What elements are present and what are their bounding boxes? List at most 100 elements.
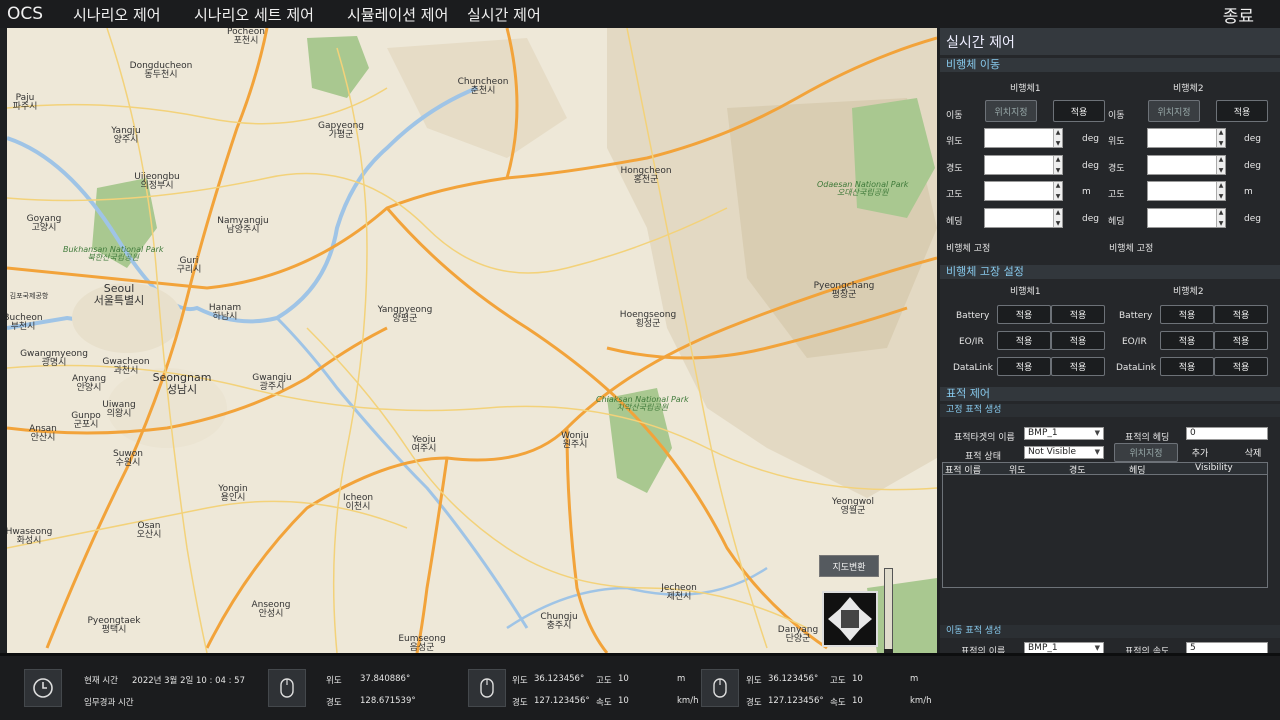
uav2-alt-value: 10 [852, 674, 863, 684]
map-label: Hanam 하남시 [208, 303, 242, 323]
vehicle1-lon-field[interactable]: ▲ ▼ [984, 155, 1063, 175]
datalink-fault-button[interactable]: 적용 [1214, 357, 1268, 376]
vehicle1-position-button[interactable]: 위치지정 [985, 100, 1037, 122]
vehicle2-position-button[interactable]: 위치지정 [1148, 100, 1200, 122]
moving-target-name-select[interactable]: BMP_1 ▼ [1024, 642, 1104, 653]
map-label: Jecheon 제천시 [661, 583, 697, 603]
target-table[interactable]: 표적 이름 위도 경도 헤딩 Visibility [942, 462, 1268, 588]
status-bar: 현재 시간 2022년 3월 2일 10 : 04 : 57 임무경과 시간 위… [0, 653, 1280, 720]
unit-label: m [1082, 187, 1091, 197]
eoir-fault-button[interactable]: 적용 [997, 331, 1051, 350]
vehicle2-apply-button[interactable]: 적용 [1216, 100, 1268, 122]
target-add-button[interactable]: 추가 [1185, 443, 1215, 462]
vehicle2-alt-field[interactable]: ▲ ▼ [1147, 181, 1226, 201]
alt-label: 고도 [946, 190, 963, 200]
target-name-select[interactable]: BMP_1 ▼ [1024, 427, 1104, 440]
datalink-fault-button[interactable]: 적용 [1051, 357, 1105, 376]
spinner-icon[interactable]: ▲ ▼ [1216, 156, 1225, 174]
battery-fault-button[interactable]: 적용 [1160, 305, 1214, 324]
lat-label: 위도 [1108, 137, 1125, 147]
map-label: Chungju 충주시 [540, 612, 578, 632]
spinner-icon[interactable]: ▲ ▼ [1216, 182, 1225, 200]
vehicle1-header: 비행체1 [1010, 84, 1041, 94]
battery-fault-button[interactable]: 적용 [1214, 305, 1268, 324]
eoir-fault-button[interactable]: 적용 [1051, 331, 1105, 350]
map-label: Yeoju 여주시 [411, 435, 437, 455]
vehicle2-heading-field[interactable]: ▲ ▼ [1147, 208, 1226, 228]
uav1-alt-unit: m [677, 674, 686, 684]
map-switch-button[interactable]: 지도변환 [819, 555, 879, 577]
uav2-spd-unit: km/h [910, 696, 932, 706]
spinner-icon[interactable]: ▲ ▼ [1216, 209, 1225, 227]
map-label: 김포국제공항 [9, 292, 49, 300]
lon-label: 경도 [1108, 164, 1125, 174]
eoir-fault-button[interactable]: 적용 [1214, 331, 1268, 350]
quit-button[interactable]: 종료 [1223, 2, 1254, 27]
target-speed-input[interactable]: 5 [1186, 642, 1268, 653]
cursor-lon-value: 128.671539° [360, 696, 416, 706]
map-label: Gwacheon 과천시 [102, 357, 150, 377]
uav2-alt-label: 고도 [830, 676, 846, 686]
eoir-fault-button[interactable]: 적용 [1160, 331, 1214, 350]
map-label: Uijeongbu 의정부시 [134, 172, 180, 192]
map-label: Wonju 원주시 [561, 431, 589, 451]
map-label: Osan 오산시 [136, 521, 162, 541]
vehicle1-fix-toggle[interactable]: 비행체 고정 [946, 241, 990, 254]
spinner-icon[interactable]: ▲ ▼ [1053, 156, 1062, 174]
spinner-icon[interactable]: ▲ ▼ [1053, 129, 1062, 147]
map-label: Dongducheon 동두천시 [129, 61, 193, 81]
map-label: Hongcheon 홍천군 [620, 166, 672, 186]
uav1-alt-value: 10 [618, 674, 629, 684]
unit-label: deg [1244, 214, 1261, 224]
vehicle1-heading-field[interactable]: ▲ ▼ [984, 208, 1063, 228]
map-label: Gwangju 광주시 [252, 373, 292, 393]
eoir-label: EO/IR [959, 337, 984, 347]
map-label: Yeongwol 영월군 [831, 497, 875, 517]
map-label: Guri 구리시 [176, 256, 202, 276]
target-heading-input[interactable]: 0 [1186, 427, 1268, 440]
target-state-select[interactable]: Not Visible ▼ [1024, 446, 1104, 459]
menu-scenario-set-control[interactable]: 시나리오 세트 제어 [194, 4, 314, 25]
moving-target-name-label: 표적의 이름 [961, 647, 1006, 653]
map-label: Paju 파주시 [12, 93, 38, 113]
spinner-icon[interactable]: ▲ ▼ [1216, 129, 1225, 147]
vehicle2-lat-field[interactable]: ▲ ▼ [1147, 128, 1226, 148]
move-label: 이동 [1108, 111, 1125, 121]
column-header: Visibility [1195, 463, 1233, 473]
heading-label: 헤딩 [1108, 217, 1125, 227]
clock-icon [24, 669, 62, 707]
vehicle-move-area: 비행체1 비행체2 이동 위치지정 적용 이동 위치지정 적용 위도 ▲ ▼ de… [940, 72, 1280, 262]
target-delete-button[interactable]: 삭제 [1236, 443, 1270, 462]
uav1-lon-label: 경도 [512, 698, 528, 708]
datalink-fault-button[interactable]: 적용 [1160, 357, 1214, 376]
unit-label: deg [1082, 214, 1099, 224]
zoom-slider[interactable] [884, 568, 893, 653]
vehicle1-apply-button[interactable]: 적용 [1053, 100, 1105, 122]
uav1-spd-unit: km/h [677, 696, 699, 706]
target-position-button[interactable]: 위치지정 [1114, 443, 1178, 462]
spinner-icon[interactable]: ▲ ▼ [1053, 209, 1062, 227]
mouse-icon [268, 669, 306, 707]
map-label: Eumseong 음성군 [398, 634, 446, 653]
datalink-fault-button[interactable]: 적용 [997, 357, 1051, 376]
uav2-spd-value: 10 [852, 696, 863, 706]
map-view[interactable]: Pocheon 포천시 Dongducheon 동두천시 Chuncheon 춘천시 … [7, 28, 937, 653]
cursor-lon-label: 경도 [326, 698, 342, 708]
cursor-lat-label: 위도 [326, 676, 342, 686]
section-vehicle-move: 비행체 이동 [940, 58, 1280, 72]
menu-simulation-control[interactable]: 시뮬레이션 제어 [347, 4, 448, 25]
vehicle2-fix-toggle[interactable]: 비행체 고정 [1109, 241, 1153, 254]
battery-fault-button[interactable]: 적용 [997, 305, 1051, 324]
menu-realtime-control[interactable]: 실시간 제어 [467, 4, 541, 25]
vehicle1-alt-field[interactable]: ▲ ▼ [984, 181, 1063, 201]
vehicle1-lat-field[interactable]: ▲ ▼ [984, 128, 1063, 148]
spinner-icon[interactable]: ▲ ▼ [1053, 182, 1062, 200]
menu-scenario-control[interactable]: 시나리오 제어 [73, 4, 161, 25]
map-pan-control[interactable] [822, 591, 878, 647]
battery-fault-button[interactable]: 적용 [1051, 305, 1105, 324]
vehicle2-lon-field[interactable]: ▲ ▼ [1147, 155, 1226, 175]
map-label: Bucheon 부천시 [7, 313, 43, 333]
map-label: Pocheon 포천시 [226, 28, 266, 47]
eoir-label: EO/IR [1122, 337, 1147, 347]
unit-label: m [1244, 187, 1253, 197]
